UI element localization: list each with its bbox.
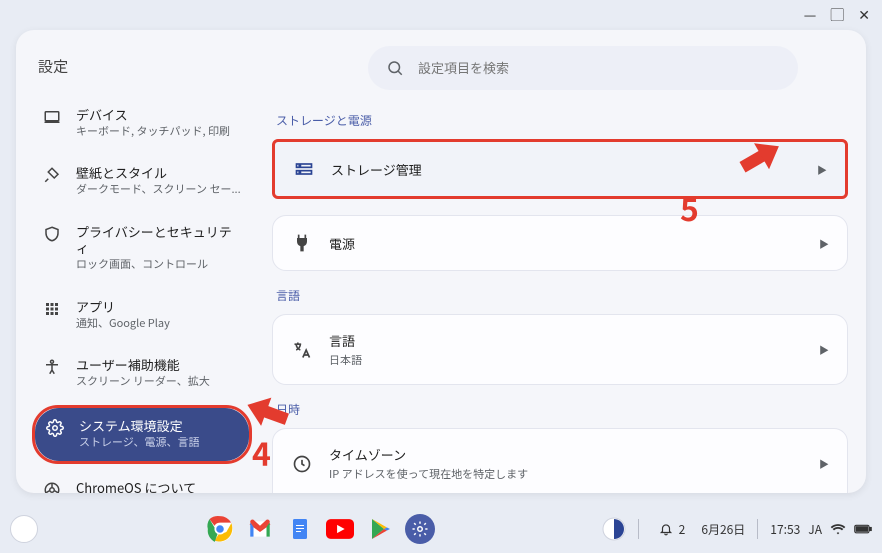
translate-icon [291, 339, 313, 361]
maximize-button[interactable]: ▢ [830, 5, 844, 25]
clock-icon [291, 453, 313, 475]
search-icon [386, 59, 404, 77]
chevron-right-icon: ▶ [819, 342, 829, 357]
row-language[interactable]: 言語 日本語 ▶ [273, 315, 847, 384]
row-sub: IP アドレスを使って現在地を特定します [329, 466, 803, 482]
nav-label: プライバシーとセキュリティ [76, 224, 242, 258]
nav-label: システム環境設定 [79, 418, 199, 435]
nav-sub: スクリーン リーダー、拡大 [76, 374, 210, 389]
youtube-app-icon[interactable] [325, 514, 355, 544]
power-plug-icon [291, 232, 313, 254]
laptop-icon [42, 107, 62, 127]
nav-sub: ダークモード、スクリーン セー... [76, 182, 241, 197]
divider [757, 519, 758, 539]
storage-icon [293, 158, 315, 180]
docs-app-icon[interactable] [285, 514, 315, 544]
chevron-right-icon: ▶ [817, 162, 827, 177]
chevron-right-icon: ▶ [819, 236, 829, 251]
phone-hub-icon[interactable] [602, 517, 626, 541]
nav-label: ユーザー補助機能 [76, 357, 210, 374]
nav-sub: ロック画面、コントロール [76, 257, 242, 272]
tray-time: 17:53 [770, 521, 800, 538]
settings-window: 設定 デバイス キーボード, タッチパッド, 印刷 壁紙とスタイル ダークモード… [16, 30, 866, 493]
nav-label: デバイス [76, 107, 230, 124]
nav-sub: キーボード, タッチパッド, 印刷 [76, 124, 230, 139]
card-datetime: タイムゾーン IP アドレスを使って現在地を特定します ▶ 24 24 時間形式… [272, 428, 848, 493]
tray-ime[interactable]: JA [808, 521, 822, 538]
sidebar-item-apps[interactable]: アプリ 通知、Google Play [32, 289, 252, 341]
sidebar-item-system[interactable]: システム環境設定 ストレージ、電源、言語 [35, 408, 249, 460]
shelf-apps [38, 514, 602, 544]
notification-count: 2 [679, 521, 686, 538]
sidebar-item-accessibility[interactable]: ユーザー補助機能 スクリーン リーダー、拡大 [32, 347, 252, 399]
search-input[interactable] [418, 61, 780, 76]
shield-icon [42, 224, 62, 244]
row-title: 言語 [329, 331, 803, 350]
gmail-app-icon[interactable] [245, 514, 275, 544]
grid-icon [42, 299, 62, 319]
section-storage-power: ストレージと電源 [276, 112, 848, 129]
nav-sub: 通知、Google Play [76, 316, 170, 331]
sidebar-item-wallpaper[interactable]: 壁紙とスタイル ダークモード、スクリーン セー... [32, 155, 252, 207]
sidebar: 設定 デバイス キーボード, タッチパッド, 印刷 壁紙とスタイル ダークモード… [16, 30, 262, 493]
sidebar-item-privacy[interactable]: プライバシーとセキュリティ ロック画面、コントロール [32, 214, 252, 283]
shelf: 2 6月26日 17:53 JA [0, 505, 882, 553]
row-title: タイムゾーン [329, 445, 803, 464]
launcher-button[interactable] [10, 515, 38, 543]
row-power[interactable]: 電源 ▶ [273, 216, 847, 270]
card-language: 言語 日本語 ▶ [272, 314, 848, 385]
sidebar-item-device[interactable]: デバイス キーボード, タッチパッド, 印刷 [32, 97, 252, 149]
notification-pill[interactable]: 2 [651, 517, 694, 542]
section-datetime: 日時 [276, 401, 848, 418]
annotation-number-4: 4 [252, 430, 271, 476]
nav-label: ChromeOS について [76, 480, 241, 493]
chrome-app-icon[interactable] [205, 514, 235, 544]
annotation-number-5: 5 [680, 185, 699, 231]
sidebar-item-about[interactable]: ChromeOS について 更新、ヘルプ、デベロッパー オ... [32, 470, 252, 493]
section-language: 言語 [276, 287, 848, 304]
row-title: ストレージ管理 [331, 160, 801, 179]
settings-app-icon[interactable] [405, 514, 435, 544]
accessibility-icon [42, 357, 62, 377]
chevron-right-icon: ▶ [819, 456, 829, 471]
nav-label: アプリ [76, 299, 170, 316]
divider [638, 519, 639, 539]
search-bar[interactable] [368, 46, 798, 90]
card-power: 電源 ▶ [272, 215, 848, 271]
play-store-app-icon[interactable] [365, 514, 395, 544]
window-titlebar: — ▢ ✕ [0, 0, 882, 30]
paint-icon [42, 165, 62, 185]
sidebar-title: 設定 [32, 48, 252, 97]
nav-sub: ストレージ、電源、言語 [79, 435, 199, 450]
annotation-highlight-4: システム環境設定 ストレージ、電源、言語 [32, 405, 252, 463]
close-button[interactable]: ✕ [858, 5, 870, 25]
wifi-icon[interactable] [830, 521, 846, 537]
status-tray[interactable]: 2 6月26日 17:53 JA [602, 517, 872, 542]
row-sub: 日本語 [329, 352, 803, 368]
gear-icon [45, 418, 65, 438]
chrome-icon [42, 480, 62, 493]
nav-label: 壁紙とスタイル [76, 165, 241, 182]
battery-icon[interactable] [854, 523, 872, 535]
row-title: 電源 [329, 234, 803, 253]
tray-date: 6月26日 [701, 521, 745, 538]
minimize-button[interactable]: — [804, 5, 817, 25]
row-timezone[interactable]: タイムゾーン IP アドレスを使って現在地を特定します ▶ [273, 429, 847, 493]
main-panel: ストレージと電源 ストレージ管理 ▶ 電源 ▶ [262, 30, 866, 493]
